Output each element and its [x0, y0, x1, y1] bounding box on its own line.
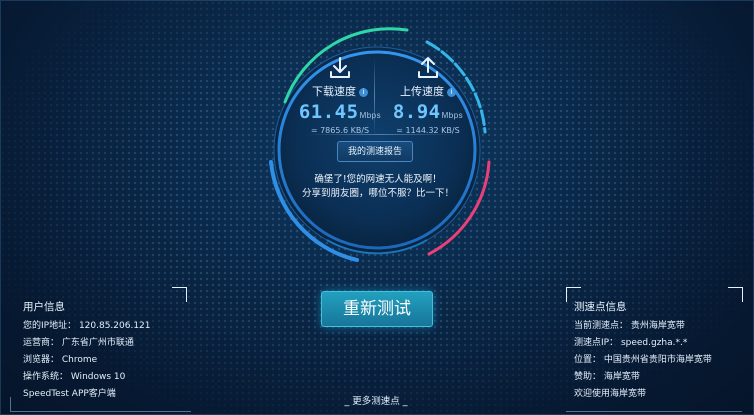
user-isp: 运营商： 广东省广州市联通 — [23, 338, 134, 348]
slogan-line-2: 分享到朋友圈，哪位不服？比一下！ — [301, 188, 454, 199]
upload-label: 上传速度 — [400, 85, 444, 98]
download-value: 61.45 — [298, 101, 359, 123]
user-info-panel: 用户信息 您的IP地址： 120.85.206.121 运营商： 广东省广州市联… — [23, 299, 193, 399]
upload-speed: 上传速度 i 8.94Mbps = 1144.32 KB/S — [378, 55, 478, 135]
my-report-button[interactable]: 我的测速报告 — [337, 141, 413, 162]
upload-kbs: = 1144.32 KB/S — [396, 126, 460, 135]
share-slogan: 确堡了!您的网速无人能及啊！ 分享到朋友圈，哪位不服？比一下！ — [290, 173, 466, 201]
user-os: 操作系统： Windows 10 — [23, 372, 126, 382]
panel-corner — [10, 397, 191, 412]
app-client-link[interactable]: SpeedTest APP客户端 — [23, 386, 193, 399]
user-browser: 浏览器： Chrome — [23, 355, 98, 365]
slogan-line-1: 确堡了!您的网速无人能及啊！ — [314, 174, 442, 185]
node-ip: 测速点IP： speed.gzha.*.* — [574, 338, 688, 348]
node-info-title: 测速点信息 — [574, 301, 627, 313]
download-speed: 下载速度 i 61.45Mbps = 7865.6 KB/S — [290, 55, 390, 135]
node-sponsor: 赞助： 海岸宽带 — [574, 372, 640, 382]
download-icon — [330, 57, 350, 78]
download-label: 下载速度 — [312, 85, 356, 98]
retest-button[interactable]: 重新测试 — [321, 291, 433, 327]
panel-corner — [566, 397, 742, 412]
info-icon[interactable]: i — [359, 87, 368, 97]
upload-icon — [418, 57, 438, 78]
info-icon[interactable]: i — [447, 87, 456, 97]
user-info-title: 用户信息 — [23, 301, 65, 313]
download-kbs: = 7865.6 KB/S — [310, 126, 370, 135]
node-location: 位置： 中国贵州省贵阳市海岸宽带 — [574, 355, 712, 365]
speedtest-screen: 下载速度 i 61.45Mbps = 7865.6 KB/S 上传速度 i 8.94… — [0, 0, 754, 415]
node-info-panel: 测速点信息 当前测速点： 贵州海岸宽带 测速点IP： speed.gzha.*.… — [574, 299, 744, 399]
more-nodes-link[interactable]: _ 更多测速点 _ — [333, 393, 419, 407]
node-current: 当前测速点： 贵州海岸宽带 — [574, 321, 685, 331]
upload-value: 8.94 — [392, 101, 441, 123]
node-welcome: 欢迎使用海岸宽带 — [574, 389, 647, 399]
user-ip: 您的IP地址： 120.85.206.121 — [23, 321, 151, 331]
upload-unit: Mbps — [441, 111, 464, 120]
